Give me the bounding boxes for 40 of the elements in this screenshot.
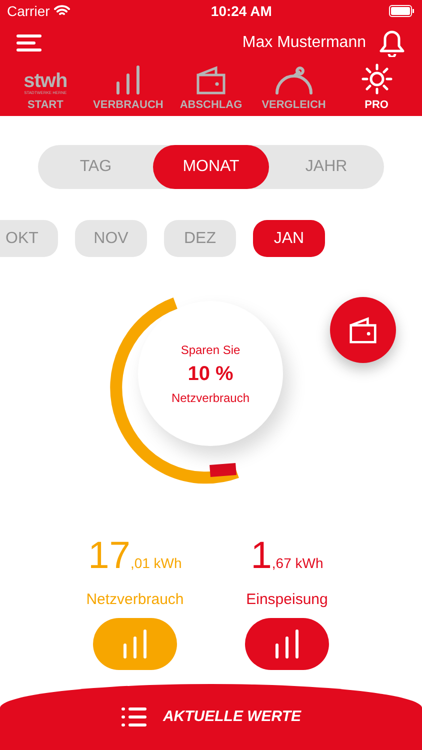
month-chip[interactable]: DEZ	[164, 220, 236, 257]
stat-unit: ,01 kWh	[130, 554, 182, 573]
payment-button[interactable]	[330, 297, 396, 363]
stat-unit: ,67 kWh	[272, 554, 324, 573]
month-chip[interactable]: JAN	[253, 220, 325, 257]
period-tab[interactable]: MONAT	[153, 145, 269, 189]
current-values-button[interactable]: AKTUELLE WERTE	[120, 706, 302, 728]
nav-tab[interactable]: VERGLEICH	[254, 62, 334, 113]
nav-tab[interactable]: ABSCHLAG	[170, 62, 251, 113]
wallet-icon	[196, 64, 226, 94]
savings-value: 10 %	[188, 362, 234, 386]
notifications-button[interactable]	[378, 29, 406, 57]
stat-value: 1	[250, 537, 272, 575]
savings-caption: Sparen Sie	[180, 342, 240, 358]
wallet-icon	[349, 316, 377, 344]
bar-chart-icon	[122, 628, 148, 658]
period-tab[interactable]: TAG	[38, 145, 154, 189]
nav-tab[interactable]: PRO	[336, 62, 417, 113]
wifi-icon	[54, 5, 70, 17]
bell-icon	[378, 29, 406, 57]
period-tab[interactable]: JAHR	[268, 145, 384, 189]
status-time: 10:24 AM	[210, 2, 272, 20]
carrier-label: Carrier	[7, 2, 50, 20]
savings-label: Netzverbrauch	[171, 390, 250, 406]
month-chip[interactable]: OKT	[0, 220, 58, 257]
user-name: Max Mustermann	[242, 33, 366, 53]
stat-label: Netzverbrauch	[86, 590, 184, 610]
stat-value: 17	[88, 537, 130, 575]
sun-icon	[360, 62, 393, 94]
nav-tab[interactable]: VERBRAUCH	[88, 62, 168, 113]
menu-button[interactable]	[16, 33, 42, 53]
battery-icon	[388, 5, 415, 17]
bar-chart-icon	[274, 628, 300, 658]
menu-icon	[16, 33, 42, 53]
list-icon	[120, 707, 147, 727]
month-chip[interactable]: NOV	[75, 220, 147, 257]
bar-chart-icon	[114, 64, 142, 94]
stat-label: Einspeisung	[246, 590, 328, 610]
chart-button[interactable]	[245, 618, 329, 670]
gauge-icon	[272, 64, 315, 94]
